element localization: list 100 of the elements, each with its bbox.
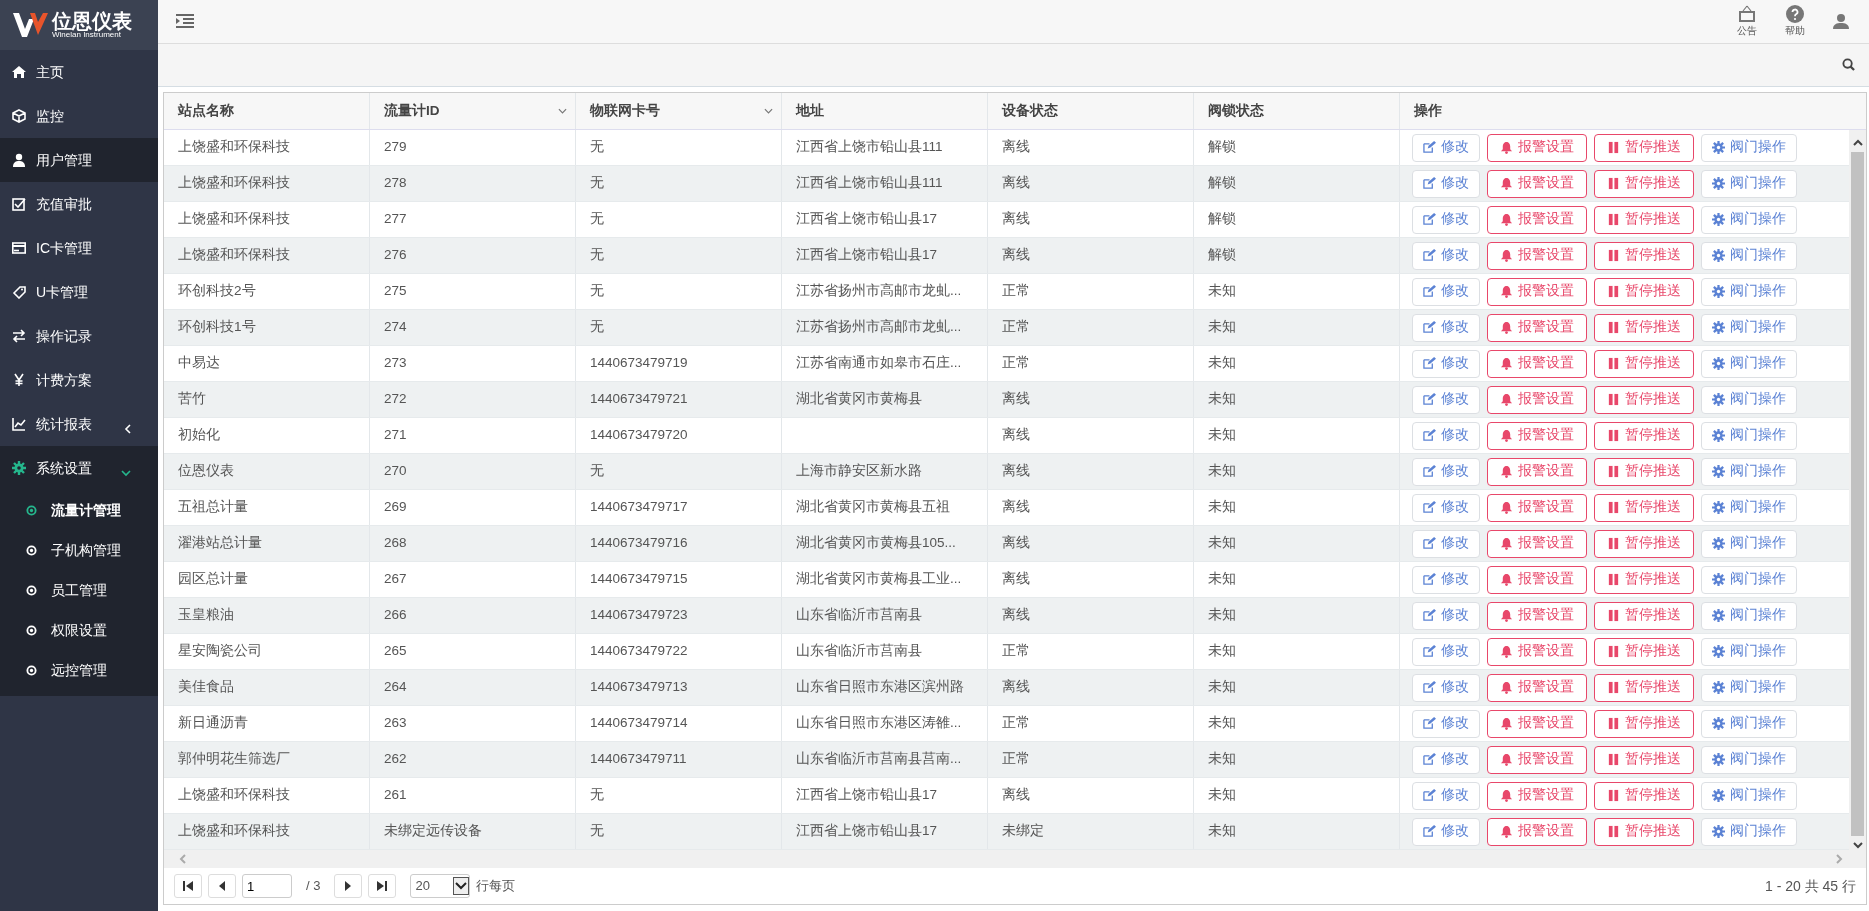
valve-operation-button[interactable]: 阀门操作 bbox=[1701, 277, 1797, 306]
pause-push-button[interactable]: 暂停推送 bbox=[1594, 349, 1694, 378]
alarm-settings-button[interactable]: 报警设置 bbox=[1487, 385, 1587, 414]
sidebar-item[interactable]: 统计报表 bbox=[0, 402, 158, 446]
edit-button[interactable]: 修改 bbox=[1412, 205, 1480, 234]
valve-operation-button[interactable]: 阀门操作 bbox=[1701, 205, 1797, 234]
edit-button[interactable]: 修改 bbox=[1412, 349, 1480, 378]
edit-button[interactable]: 修改 bbox=[1412, 385, 1480, 414]
edit-button[interactable]: 修改 bbox=[1412, 277, 1480, 306]
pause-push-button[interactable]: 暂停推送 bbox=[1594, 421, 1694, 450]
alarm-settings-button[interactable]: 报警设置 bbox=[1487, 493, 1587, 522]
sidebar-item[interactable]: 计费方案 bbox=[0, 358, 158, 402]
edit-button[interactable]: 修改 bbox=[1412, 637, 1480, 666]
valve-operation-button[interactable]: 阀门操作 bbox=[1701, 133, 1797, 162]
pause-push-button[interactable]: 暂停推送 bbox=[1594, 601, 1694, 630]
sidebar-item[interactable]: 充值审批 bbox=[0, 182, 158, 226]
search-icon[interactable] bbox=[1842, 58, 1855, 72]
menu-icon[interactable] bbox=[176, 14, 194, 29]
edit-button[interactable]: 修改 bbox=[1412, 817, 1480, 846]
sidebar-subitem[interactable]: 流量计管理 bbox=[0, 490, 158, 530]
edit-button[interactable]: 修改 bbox=[1412, 133, 1480, 162]
sidebar-item[interactable]: U卡管理 bbox=[0, 270, 158, 314]
pause-push-button[interactable]: 暂停推送 bbox=[1594, 205, 1694, 234]
edit-button[interactable]: 修改 bbox=[1412, 709, 1480, 738]
alarm-settings-button[interactable]: 报警设置 bbox=[1487, 673, 1587, 702]
sidebar-subitem[interactable]: 员工管理 bbox=[0, 570, 158, 610]
alarm-settings-button[interactable]: 报警设置 bbox=[1487, 241, 1587, 270]
valve-operation-button[interactable]: 阀门操作 bbox=[1701, 781, 1797, 810]
alarm-settings-button[interactable]: 报警设置 bbox=[1487, 637, 1587, 666]
valve-operation-button[interactable]: 阀门操作 bbox=[1701, 385, 1797, 414]
sidebar-item[interactable]: IC卡管理 bbox=[0, 226, 158, 270]
alarm-settings-button[interactable]: 报警设置 bbox=[1487, 421, 1587, 450]
header-action-button[interactable]: 帮助 bbox=[1785, 4, 1805, 38]
pause-push-button[interactable]: 暂停推送 bbox=[1594, 133, 1694, 162]
alarm-settings-button[interactable]: 报警设置 bbox=[1487, 349, 1587, 378]
page-number-field[interactable]: 1 bbox=[242, 874, 292, 898]
valve-operation-button[interactable]: 阀门操作 bbox=[1701, 457, 1797, 486]
pause-push-button[interactable]: 暂停推送 bbox=[1594, 529, 1694, 558]
alarm-settings-button[interactable]: 报警设置 bbox=[1487, 817, 1587, 846]
valve-operation-button[interactable]: 阀门操作 bbox=[1701, 817, 1797, 846]
edit-button[interactable]: 修改 bbox=[1412, 601, 1480, 630]
pause-push-button[interactable]: 暂停推送 bbox=[1594, 745, 1694, 774]
scroll-down-icon[interactable] bbox=[1851, 840, 1864, 850]
sidebar-item[interactable]: 监控 bbox=[0, 94, 158, 138]
alarm-settings-button[interactable]: 报警设置 bbox=[1487, 709, 1587, 738]
sidebar-item[interactable]: 操作记录 bbox=[0, 314, 158, 358]
edit-button[interactable]: 修改 bbox=[1412, 457, 1480, 486]
previous-page-button[interactable] bbox=[208, 874, 236, 898]
pause-push-button[interactable]: 暂停推送 bbox=[1594, 313, 1694, 342]
column-header[interactable]: 流量计ID bbox=[370, 93, 576, 129]
alarm-settings-button[interactable]: 报警设置 bbox=[1487, 133, 1587, 162]
pause-push-button[interactable]: 暂停推送 bbox=[1594, 277, 1694, 306]
pause-push-button[interactable]: 暂停推送 bbox=[1594, 709, 1694, 738]
valve-operation-button[interactable]: 阀门操作 bbox=[1701, 565, 1797, 594]
edit-button[interactable]: 修改 bbox=[1412, 745, 1480, 774]
header-action-button[interactable]: 公告 bbox=[1737, 4, 1757, 38]
edit-button[interactable]: 修改 bbox=[1412, 673, 1480, 702]
pause-push-button[interactable]: 暂停推送 bbox=[1594, 385, 1694, 414]
scroll-up-icon[interactable] bbox=[1851, 138, 1864, 148]
sidebar-subitem[interactable]: 子机构管理 bbox=[0, 530, 158, 570]
pause-push-button[interactable]: 暂停推送 bbox=[1594, 493, 1694, 522]
edit-button[interactable]: 修改 bbox=[1412, 241, 1480, 270]
alarm-settings-button[interactable]: 报警设置 bbox=[1487, 277, 1587, 306]
edit-button[interactable]: 修改 bbox=[1412, 313, 1480, 342]
pause-push-button[interactable]: 暂停推送 bbox=[1594, 637, 1694, 666]
column-header[interactable]: 物联网卡号 bbox=[576, 93, 782, 129]
valve-operation-button[interactable]: 阀门操作 bbox=[1701, 745, 1797, 774]
valve-operation-button[interactable]: 阀门操作 bbox=[1701, 673, 1797, 702]
alarm-settings-button[interactable]: 报警设置 bbox=[1487, 169, 1587, 198]
edit-button[interactable]: 修改 bbox=[1412, 529, 1480, 558]
edit-button[interactable]: 修改 bbox=[1412, 421, 1480, 450]
alarm-settings-button[interactable]: 报警设置 bbox=[1487, 781, 1587, 810]
alarm-settings-button[interactable]: 报警设置 bbox=[1487, 529, 1587, 558]
edit-button[interactable]: 修改 bbox=[1412, 169, 1480, 198]
sidebar-subitem[interactable]: 权限设置 bbox=[0, 610, 158, 650]
valve-operation-button[interactable]: 阀门操作 bbox=[1701, 601, 1797, 630]
last-page-button[interactable] bbox=[368, 874, 397, 898]
pause-push-button[interactable]: 暂停推送 bbox=[1594, 241, 1694, 270]
alarm-settings-button[interactable]: 报警设置 bbox=[1487, 565, 1587, 594]
sidebar-item[interactable]: 系统设置 bbox=[0, 446, 158, 490]
alarm-settings-button[interactable]: 报警设置 bbox=[1487, 745, 1587, 774]
valve-operation-button[interactable]: 阀门操作 bbox=[1701, 709, 1797, 738]
alarm-settings-button[interactable]: 报警设置 bbox=[1487, 601, 1587, 630]
valve-operation-button[interactable]: 阀门操作 bbox=[1701, 493, 1797, 522]
valve-operation-button[interactable]: 阀门操作 bbox=[1701, 313, 1797, 342]
sidebar-item[interactable]: 用户管理 bbox=[0, 138, 158, 182]
pause-push-button[interactable]: 暂停推送 bbox=[1594, 781, 1694, 810]
edit-button[interactable]: 修改 bbox=[1412, 781, 1480, 810]
alarm-settings-button[interactable]: 报警设置 bbox=[1487, 313, 1587, 342]
next-page-button[interactable] bbox=[334, 874, 363, 898]
page-size-select[interactable]: 20 bbox=[410, 874, 471, 898]
pause-push-button[interactable]: 暂停推送 bbox=[1594, 169, 1694, 198]
sidebar-item[interactable]: 主页 bbox=[0, 50, 158, 94]
valve-operation-button[interactable]: 阀门操作 bbox=[1701, 349, 1797, 378]
sidebar-subitem[interactable]: 远控管理 bbox=[0, 650, 158, 690]
edit-button[interactable]: 修改 bbox=[1412, 565, 1480, 594]
valve-operation-button[interactable]: 阀门操作 bbox=[1701, 421, 1797, 450]
valve-operation-button[interactable]: 阀门操作 bbox=[1701, 169, 1797, 198]
valve-operation-button[interactable]: 阀门操作 bbox=[1701, 241, 1797, 270]
pause-push-button[interactable]: 暂停推送 bbox=[1594, 817, 1694, 846]
